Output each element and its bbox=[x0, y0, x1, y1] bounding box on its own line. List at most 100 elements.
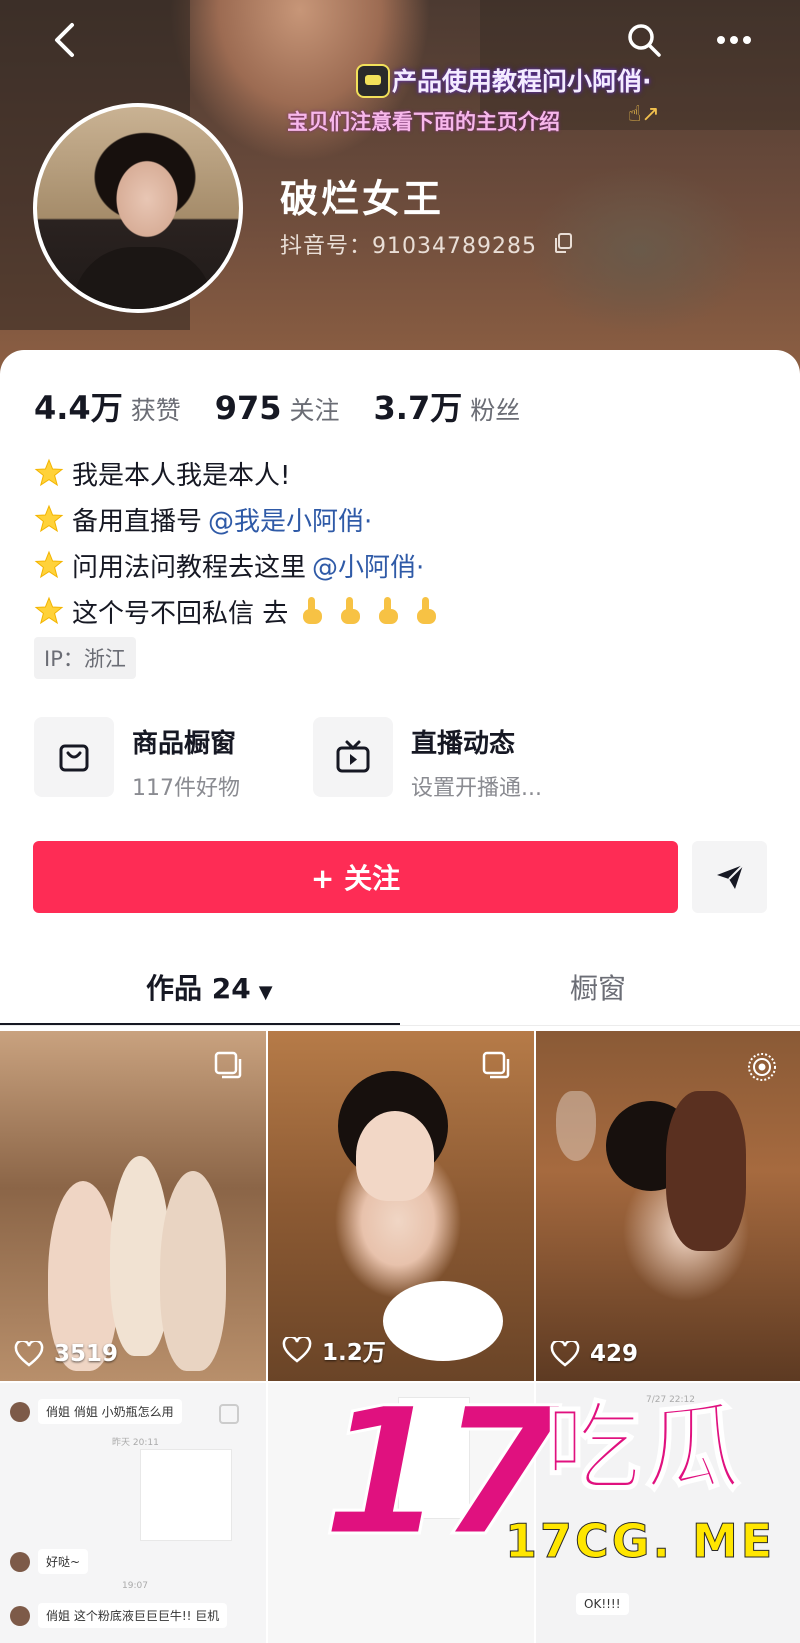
figure bbox=[160, 1171, 226, 1371]
banner-text-1-label: 产品使用教程问小阿俏· bbox=[392, 67, 652, 96]
figure-hair bbox=[666, 1091, 746, 1251]
plate bbox=[383, 1281, 503, 1361]
video-thumbnail[interactable]: 3519 bbox=[0, 1031, 266, 1381]
shop-window-subtitle: 117件好物 bbox=[132, 776, 240, 801]
video-likes-count: 3519 bbox=[54, 1341, 119, 1367]
heart-icon bbox=[282, 1337, 312, 1363]
send-icon bbox=[716, 864, 744, 889]
multi-image-icon bbox=[482, 1051, 510, 1079]
nickname: 破烂女王 bbox=[280, 177, 445, 221]
bio-text: 备用直播号 bbox=[72, 506, 203, 537]
video-likes: 3519 bbox=[14, 1341, 118, 1367]
avatar bbox=[10, 1401, 30, 1422]
live-updates-text: 直播动态 设置开播通... bbox=[411, 717, 542, 801]
live-photo-icon bbox=[748, 1053, 776, 1081]
chat-image bbox=[140, 1449, 232, 1541]
more-dots-icon bbox=[717, 36, 751, 44]
copy-icon[interactable] bbox=[553, 232, 573, 254]
video-thumbnail[interactable]: 俏姐 俏姐 小奶瓶怎么用 昨天 20:11 好哒~ 19:07 俏姐 这个粉底液… bbox=[0, 1383, 266, 1643]
bio-text: 问用法问教程去这里 bbox=[72, 552, 307, 583]
pointing-finger-icon: ☝↗ bbox=[628, 102, 660, 127]
banner-text-1: 产品使用教程问小阿俏· bbox=[350, 62, 652, 98]
mention-link[interactable]: @小阿俏· bbox=[312, 547, 424, 584]
star-icon bbox=[34, 458, 64, 487]
divider bbox=[0, 1025, 800, 1026]
pointing-hand-icon bbox=[341, 597, 361, 624]
chat-bubble: OK!!!! bbox=[576, 1593, 629, 1615]
shop-window-text: 商品橱窗 117件好物 bbox=[132, 717, 240, 801]
shopping-bag-icon bbox=[34, 717, 114, 797]
video-likes: 1.2万 bbox=[282, 1333, 386, 1367]
search-button[interactable] bbox=[622, 18, 666, 62]
multi-image-icon bbox=[214, 1051, 242, 1079]
live-updates-title: 直播动态 bbox=[411, 729, 516, 759]
chevron-left-icon bbox=[55, 23, 74, 57]
followers-count[interactable]: 3.7万 bbox=[374, 383, 463, 429]
following-count[interactable]: 975 bbox=[215, 389, 282, 427]
avatar bbox=[10, 1551, 30, 1572]
ip-location-tag: IP：浙江 bbox=[34, 637, 136, 679]
bio: 我是本人我是本人! 备用直播号 @我是小阿俏· 问用法问教程去这里 @小阿俏· … bbox=[34, 450, 440, 634]
pointing-down-icons bbox=[298, 595, 440, 627]
follow-button[interactable]: + 关注 bbox=[33, 841, 678, 913]
video-thumbnail[interactable]: 429 bbox=[536, 1031, 800, 1381]
douyin-id: 抖音号：91034789285 bbox=[280, 234, 537, 259]
caret-down-icon[interactable]: ▼ bbox=[259, 982, 273, 1003]
watermark-logo-text: 吃瓜 bbox=[544, 1392, 745, 1504]
likes-count: 4.4万 bbox=[34, 389, 123, 427]
wine-glass bbox=[556, 1091, 596, 1161]
video-likes-count: 429 bbox=[590, 1341, 639, 1367]
search-icon bbox=[628, 24, 661, 57]
video-thumbnail[interactable]: 1.2万 bbox=[268, 1031, 534, 1381]
shop-window-title: 商品橱窗 bbox=[132, 729, 237, 759]
tab-works-label: 作品 24 bbox=[146, 972, 251, 1005]
chat-message: 俏姐 这个粉底液巨巨巨牛!! 巨机 bbox=[10, 1603, 228, 1628]
star-icon bbox=[34, 596, 64, 625]
following-label[interactable]: 关注 bbox=[290, 391, 340, 427]
avatar bbox=[10, 1605, 30, 1626]
mention-link[interactable]: @我是小阿俏· bbox=[208, 501, 372, 538]
tab-works[interactable]: 作品 24 ▼ bbox=[146, 967, 273, 1007]
chat-time: 昨天 20:11 bbox=[112, 1438, 159, 1448]
chat-time: 19:07 bbox=[122, 1581, 148, 1591]
bio-line: 我是本人我是本人! bbox=[34, 450, 440, 496]
profile-tabs: 作品 24 ▼ 橱窗 bbox=[0, 955, 800, 1026]
star-icon bbox=[34, 550, 64, 579]
pointing-hand-icon bbox=[379, 597, 399, 624]
live-updates-subtitle: 设置开播通... bbox=[411, 776, 542, 801]
message-button[interactable] bbox=[692, 841, 767, 913]
heart-icon bbox=[550, 1341, 580, 1367]
profile-header-background: 产品使用教程问小阿俏· 宝贝们注意看下面的主页介绍 ☝↗ 破烂女王 抖音号：91… bbox=[0, 0, 800, 380]
watermark-url: 17CG. ME bbox=[504, 1514, 776, 1568]
pointing-hand-icon bbox=[303, 597, 323, 624]
avatar-figure bbox=[73, 247, 213, 309]
live-updates-entry[interactable]: 直播动态 设置开播通... bbox=[313, 717, 542, 801]
chat-bubble: 俏姐 俏姐 小奶瓶怎么用 bbox=[38, 1399, 182, 1424]
chat-message: OK!!!! bbox=[576, 1593, 629, 1615]
bio-line: 问用法问教程去这里 @小阿俏· bbox=[34, 542, 440, 588]
chat-message: 俏姐 俏姐 小奶瓶怎么用 bbox=[10, 1399, 182, 1424]
bio-text: 这个号不回私信 去 bbox=[72, 598, 289, 629]
likes-label: 获赞 bbox=[130, 396, 181, 425]
tab-shop-window[interactable]: 橱窗 bbox=[570, 967, 626, 1007]
bio-line: 备用直播号 @我是小阿俏· bbox=[34, 496, 440, 542]
bio-text: 我是本人我是本人! bbox=[72, 460, 291, 491]
tv-play-icon bbox=[313, 717, 393, 797]
bio-line: 这个号不回私信 去 bbox=[34, 588, 440, 634]
more-button[interactable] bbox=[712, 18, 756, 62]
back-button[interactable] bbox=[42, 18, 86, 62]
avatar[interactable] bbox=[33, 103, 243, 313]
video-likes: 429 bbox=[550, 1341, 638, 1367]
chat-bubble: 俏姐 这个粉底液巨巨巨牛!! 巨机 bbox=[38, 1603, 228, 1628]
chat-message: 好哒~ bbox=[10, 1549, 89, 1574]
profile-stats: 4.4万 获赞 975 关注 3.7万 粉丝 bbox=[34, 383, 554, 429]
heart-icon bbox=[14, 1341, 44, 1367]
video-likes-count: 1.2万 bbox=[322, 1340, 386, 1366]
banner-text-2: 宝贝们注意看下面的主页介绍 bbox=[287, 110, 560, 134]
shop-window-entry[interactable]: 商品橱窗 117件好物 bbox=[34, 717, 240, 801]
multi-image-icon bbox=[219, 1404, 239, 1424]
pointing-hand-icon bbox=[417, 597, 437, 624]
followers-label[interactable]: 粉丝 bbox=[470, 391, 520, 427]
figure-face bbox=[356, 1111, 434, 1201]
chat-bubble: 好哒~ bbox=[38, 1549, 89, 1574]
